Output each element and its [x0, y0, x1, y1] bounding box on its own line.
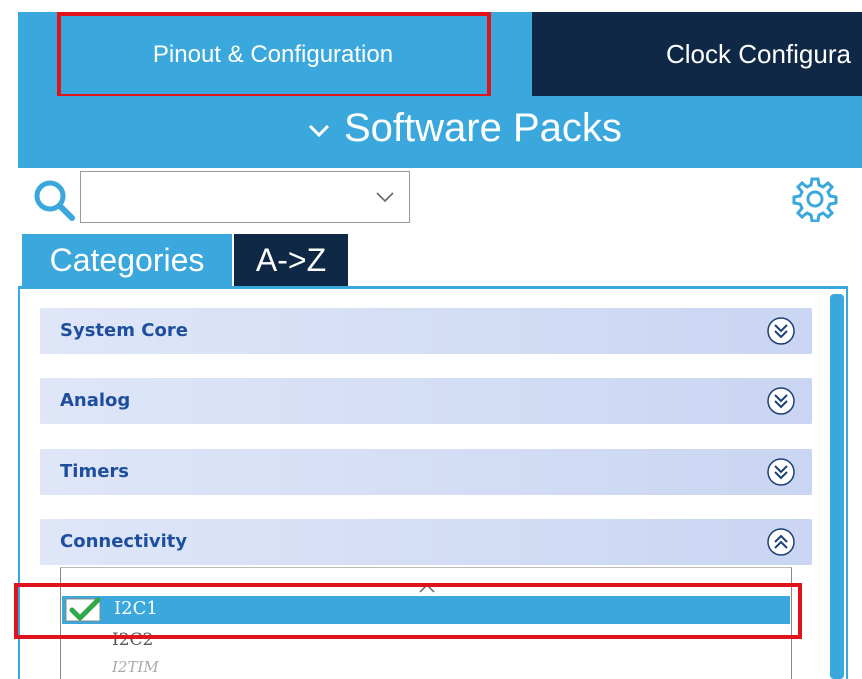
group-analog[interactable]: Analog [40, 378, 812, 424]
group-connectivity[interactable]: Connectivity [40, 519, 812, 565]
highlight-i2c1-row [14, 583, 802, 639]
group-label: System Core [60, 320, 188, 341]
group-system-core[interactable]: System Core [40, 308, 812, 354]
tab-a-z[interactable]: A->Z [234, 234, 348, 286]
expand-icon[interactable] [766, 386, 796, 416]
search-input[interactable] [81, 172, 371, 222]
tab-categories[interactable]: Categories [22, 234, 232, 286]
software-packs-label: Software Packs [344, 106, 622, 150]
chevron-down-icon [308, 124, 330, 138]
gear-icon[interactable] [792, 176, 838, 222]
highlight-pinout-tab [57, 12, 491, 98]
group-timers[interactable]: Timers [40, 449, 812, 495]
chevron-down-icon[interactable] [375, 190, 395, 204]
search-combobox[interactable] [80, 171, 410, 223]
expand-icon[interactable] [766, 457, 796, 487]
collapse-icon[interactable] [766, 527, 796, 557]
group-label: Analog [60, 390, 131, 411]
tab-clock-configuration[interactable]: Clock Configura [532, 12, 862, 96]
group-label: Connectivity [60, 531, 188, 552]
search-icon[interactable] [32, 178, 76, 222]
list-item-i2tim[interactable]: I2TIM [112, 658, 159, 676]
panel-scrollbar[interactable] [830, 294, 844, 679]
software-packs-bar[interactable]: Software Packs [18, 96, 862, 168]
group-label: Timers [60, 461, 130, 482]
expand-icon[interactable] [766, 316, 796, 346]
